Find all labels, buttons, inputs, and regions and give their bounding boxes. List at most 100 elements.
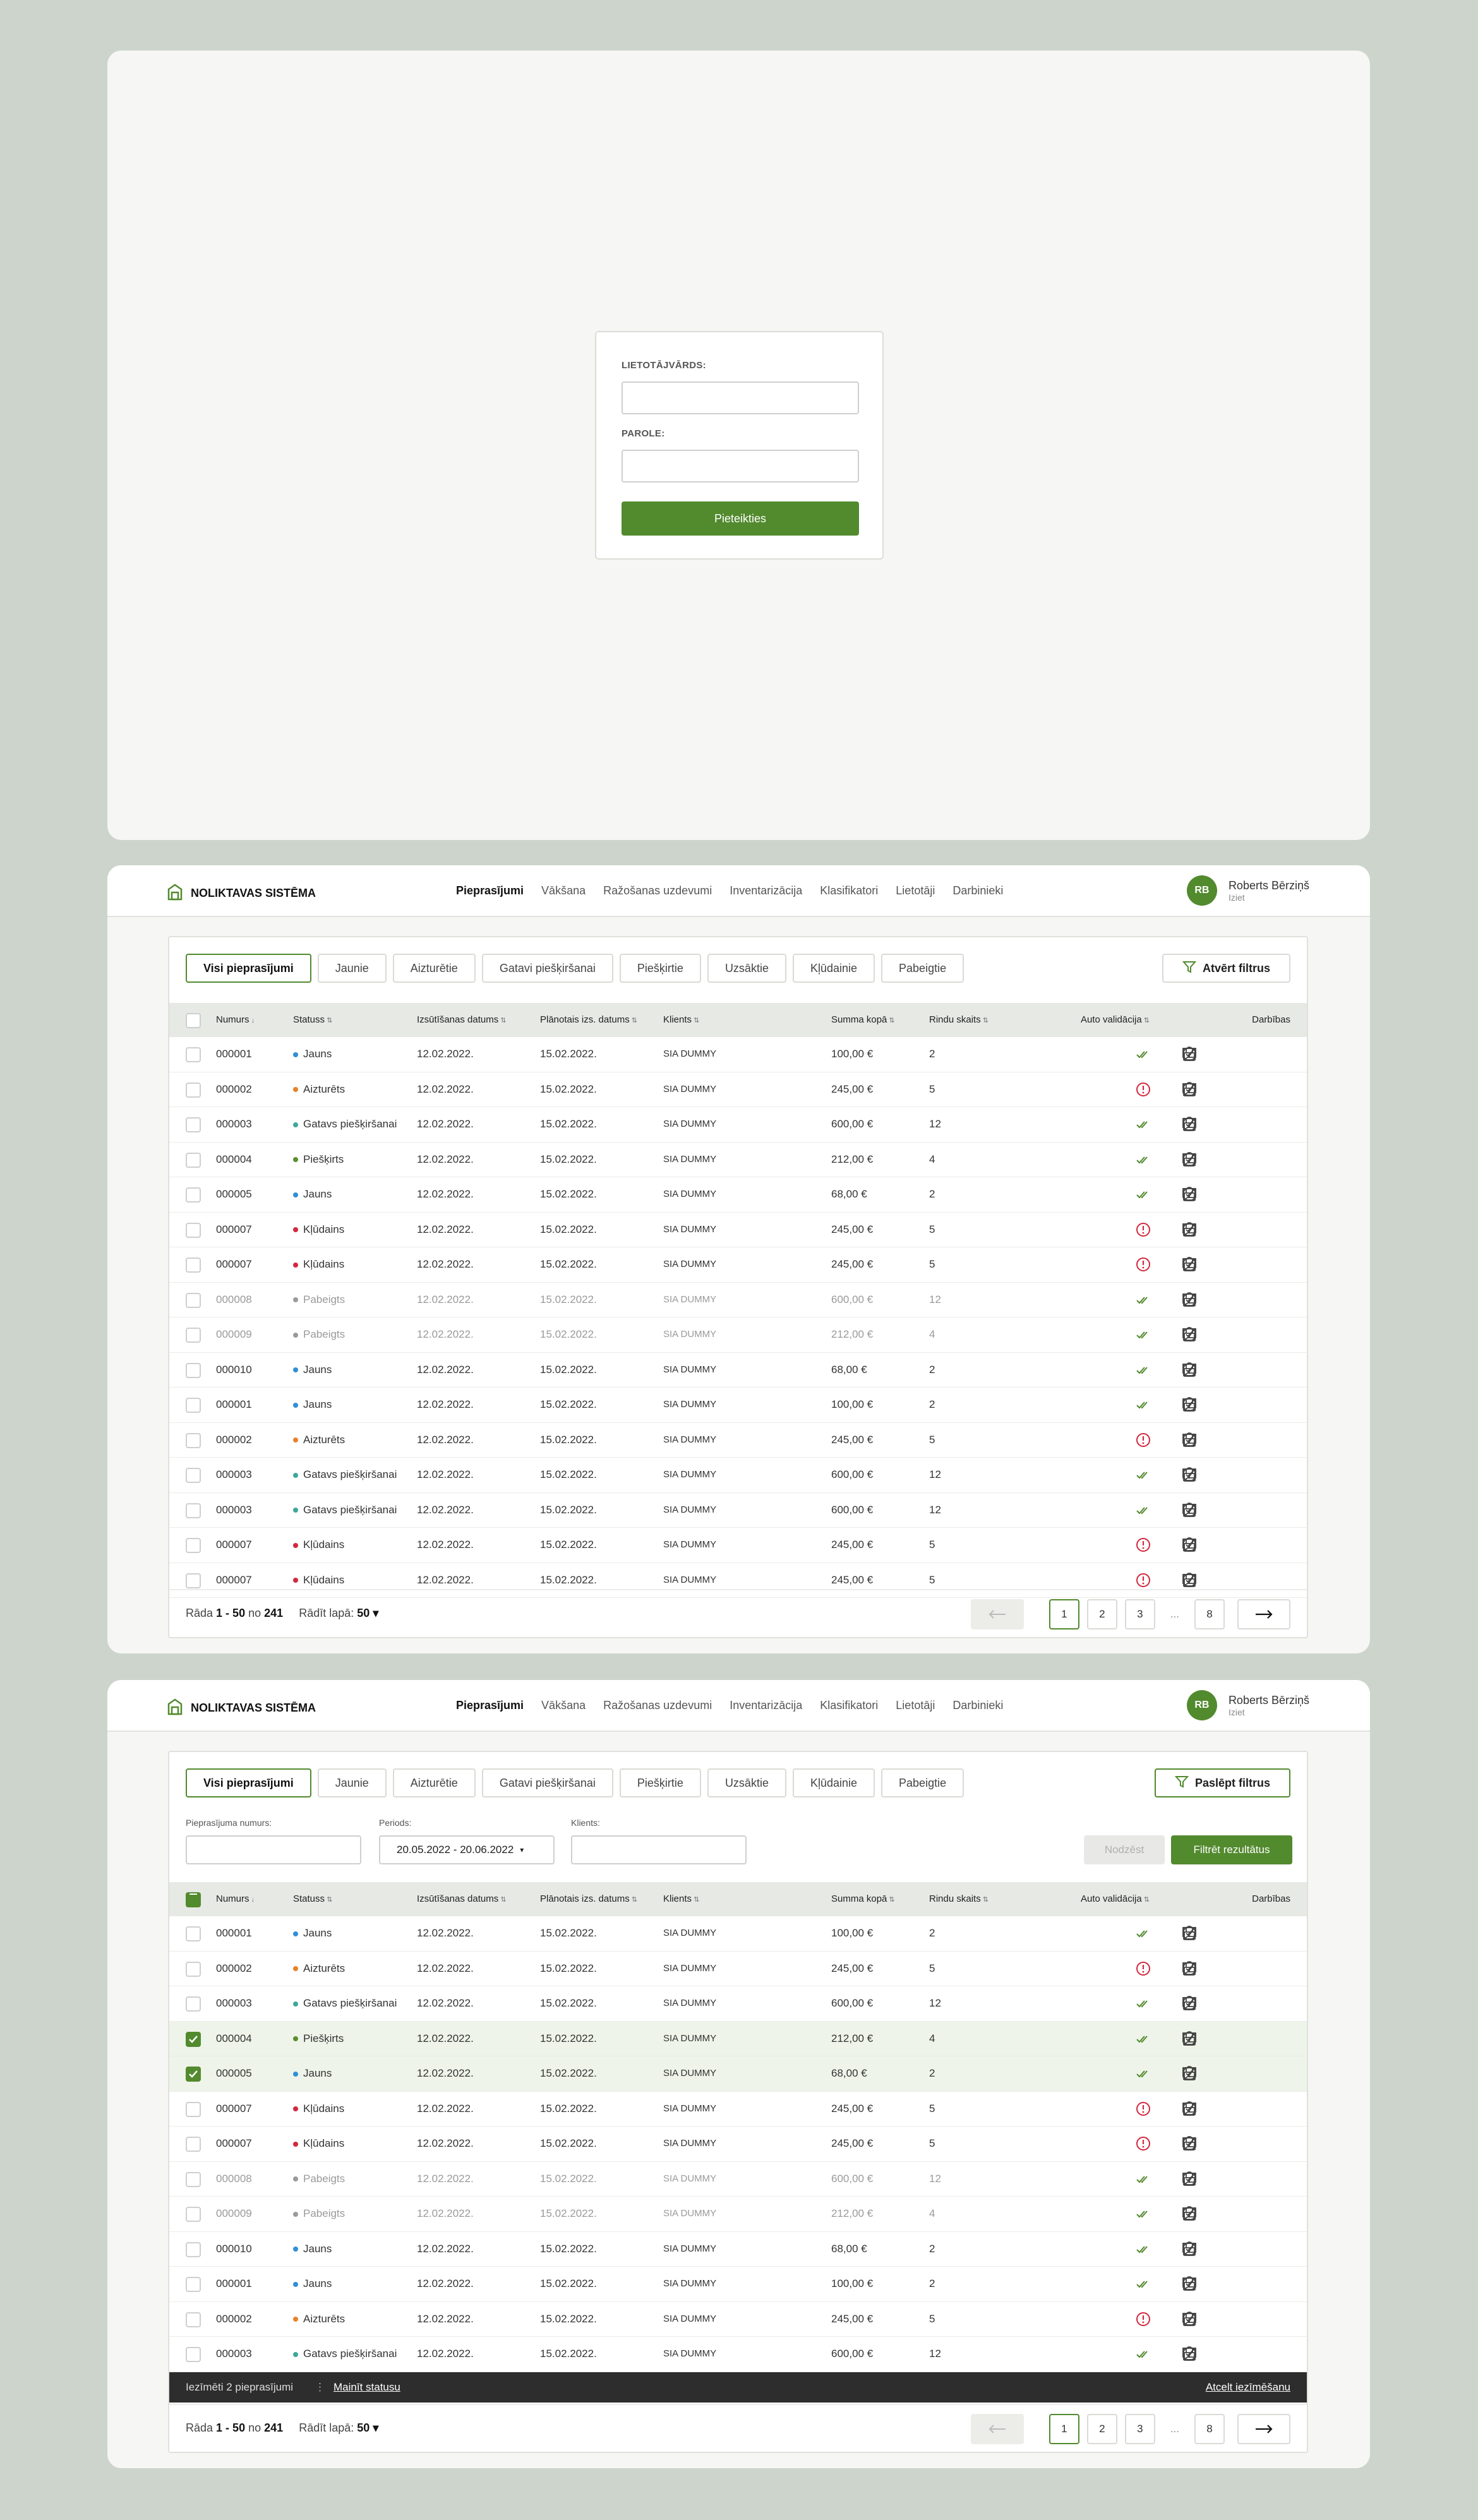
col-issue-date-header[interactable]: Izsūtīšanas datums ⇅ <box>417 1003 507 1038</box>
tab-finished[interactable]: Pabeigtie <box>881 954 964 983</box>
nav-item-classifiers[interactable]: Klasifikatori <box>820 884 878 897</box>
row-checkbox[interactable] <box>186 2312 201 2327</box>
table-row[interactable]: 000003 Gatavs piešķiršanai 12.02.2022. 15.0… <box>169 1458 1307 1493</box>
col-sum-header[interactable]: Summa kopā ⇅ <box>831 1003 895 1038</box>
row-checkbox[interactable] <box>186 2241 201 2257</box>
nav-item-users[interactable]: Lietotāji <box>896 1699 935 1712</box>
table-row[interactable]: 000004 Piešķirts 12.02.2022. 15.02.2022. SIA… <box>169 2021 1307 2056</box>
select-all-checkbox[interactable] <box>186 1892 201 1907</box>
table-row[interactable]: 000001 Jauns 12.02.2022. 15.02.2022. SIA DUM… <box>169 1916 1307 1952</box>
tab-all[interactable]: Visi pieprasījumi <box>186 954 311 983</box>
lock-icon[interactable] <box>1181 2101 1198 2117</box>
row-checkbox[interactable] <box>186 2347 201 2362</box>
table-row[interactable]: 000007 Kļūdains 12.02.2022. 15.02.2022. SIA … <box>169 1247 1307 1283</box>
password-input[interactable] <box>622 450 859 483</box>
col-planned-date-header[interactable]: Plānotais izs. datums ⇅ <box>540 1003 637 1038</box>
page-1-button[interactable]: 1 <box>1048 1599 1079 1629</box>
page-3-button[interactable]: 3 <box>1124 1599 1155 1629</box>
prev-page-button[interactable] <box>970 2414 1024 2444</box>
lock-icon[interactable] <box>1181 1925 1198 1941</box>
row-checkbox[interactable] <box>186 1187 201 1203</box>
table-row[interactable]: 000009 Pabeigts 12.02.2022. 15.02.2022. SIA … <box>169 2197 1307 2232</box>
row-checkbox[interactable] <box>186 1926 201 1941</box>
tab-started[interactable]: Uzsāktie <box>707 954 786 983</box>
row-checkbox[interactable] <box>186 1503 201 1518</box>
row-checkbox[interactable] <box>186 1398 201 1413</box>
client-filter-input[interactable] <box>571 1835 747 1864</box>
col-status-header[interactable]: Statuss ⇅ <box>293 1003 332 1038</box>
row-checkbox[interactable] <box>186 2031 201 2047</box>
lock-icon[interactable] <box>1181 1995 1198 2012</box>
more-vertical-icon[interactable]: ⋮ <box>315 2372 325 2403</box>
table-row[interactable]: 000007 Kļūdains 12.02.2022. 15.02.2022. SIA … <box>169 2127 1307 2162</box>
nav-item-requests[interactable]: Pieprasījumi <box>456 884 524 897</box>
row-checkbox[interactable] <box>186 1152 201 1168</box>
table-row[interactable]: 000004 Piešķirts 12.02.2022. 15.02.2022. SIA… <box>169 1143 1307 1177</box>
row-checkbox[interactable] <box>186 1432 201 1448</box>
col-client-header[interactable]: Klients ⇅ <box>663 1003 699 1038</box>
nav-item-classifiers[interactable]: Klasifikatori <box>820 1699 878 1712</box>
row-checkbox[interactable] <box>186 1292 201 1308</box>
tab-held[interactable]: Aizturētie <box>392 954 476 983</box>
logout-link[interactable]: Iziet <box>1229 1707 1309 1717</box>
table-row[interactable]: 000007 Kļūdains 12.02.2022. 15.02.2022. SIA … <box>169 2092 1307 2127</box>
username-input[interactable] <box>622 381 859 414</box>
tab-finished[interactable]: Pabeigtie <box>881 1768 964 1797</box>
nav-item-requests[interactable]: Pieprasījumi <box>456 1699 524 1712</box>
lock-icon[interactable] <box>1181 1362 1198 1378</box>
lock-icon[interactable] <box>1181 1046 1198 1062</box>
lock-icon[interactable] <box>1181 2346 1198 2362</box>
lock-icon[interactable] <box>1181 1502 1198 1518</box>
lock-icon[interactable] <box>1181 2171 1198 2187</box>
change-status-link[interactable]: Mainīt statusu <box>333 2381 400 2393</box>
avatar[interactable]: RB <box>1186 875 1217 906</box>
lock-icon[interactable] <box>1181 1326 1198 1343</box>
tab-ready[interactable]: Gatavi piešķiršanai <box>481 954 613 983</box>
tab-held[interactable]: Aizturētie <box>392 1768 476 1797</box>
lock-icon[interactable] <box>1181 1186 1198 1203</box>
lock-icon[interactable] <box>1181 1396 1198 1413</box>
col-sum-header[interactable]: Summa kopā ⇅ <box>831 1882 895 1917</box>
table-row[interactable]: 000003 Gatavs piešķiršanai 12.02.2022. 15.0… <box>169 1107 1307 1143</box>
col-auto-validation-header[interactable]: Auto validācija ⇅ <box>1081 1882 1150 1917</box>
login-button[interactable]: Pieteikties <box>622 501 859 536</box>
col-rows-header[interactable]: Rindu skaits ⇅ <box>929 1882 988 1917</box>
row-checkbox[interactable] <box>186 2101 201 2117</box>
table-row[interactable]: 000002 Aizturēts 12.02.2022. 15.02.2022. SIA… <box>169 2302 1307 2337</box>
row-checkbox[interactable] <box>186 1468 201 1483</box>
lock-icon[interactable] <box>1181 1467 1198 1483</box>
table-row[interactable]: 000007 Kļūdains 12.02.2022. 15.02.2022. SIA … <box>169 1563 1307 1598</box>
table-row[interactable]: 000010 Jauns 12.02.2022. 15.02.2022. SIA DUM… <box>169 1353 1307 1388</box>
period-filter-select[interactable]: 20.05.2022 - 20.06.2022 ▾ <box>379 1835 555 1864</box>
logout-link[interactable]: Iziet <box>1229 892 1309 903</box>
table-row[interactable]: 000003 Gatavs piešķiršanai 12.02.2022. 15.0… <box>169 1986 1307 2022</box>
lock-icon[interactable] <box>1181 2276 1198 2292</box>
next-page-button[interactable] <box>1237 1599 1290 1629</box>
nav-item-picking[interactable]: Vākšana <box>541 884 586 897</box>
page-8-button[interactable]: 8 <box>1194 2414 1225 2444</box>
lock-icon[interactable] <box>1181 1116 1198 1132</box>
table-row[interactable]: 000005 Jauns 12.02.2022. 15.02.2022. SIA DUM… <box>169 1177 1307 1213</box>
page-3-button[interactable]: 3 <box>1124 2414 1155 2444</box>
lock-icon[interactable] <box>1181 1221 1198 1238</box>
table-row[interactable]: 000001 Jauns 12.02.2022. 15.02.2022. SIA DUM… <box>169 2267 1307 2302</box>
tab-errored[interactable]: Kļūdainie <box>792 954 875 983</box>
page-2-button[interactable]: 2 <box>1086 2414 1117 2444</box>
tab-assigned[interactable]: Piešķirtie <box>619 954 701 983</box>
user-menu[interactable]: RB Roberts Bērziņš Iziet <box>1186 1690 1309 1720</box>
row-checkbox[interactable] <box>186 1538 201 1553</box>
row-checkbox[interactable] <box>186 1047 201 1062</box>
row-checkbox[interactable] <box>186 1328 201 1343</box>
col-number-header[interactable]: Numurs ↓ <box>216 1882 255 1917</box>
clear-selection-link[interactable]: Atcelt iezīmēšanu <box>1206 2381 1290 2393</box>
col-planned-date-header[interactable]: Plānotais izs. datums ⇅ <box>540 1882 637 1917</box>
nav-item-picking[interactable]: Vākšana <box>541 1699 586 1712</box>
select-all-checkbox[interactable] <box>186 1013 201 1028</box>
col-auto-validation-header[interactable]: Auto validācija ⇅ <box>1081 1003 1150 1038</box>
table-row[interactable]: 000003 Gatavs piešķiršanai 12.02.2022. 15.0… <box>169 1493 1307 1528</box>
table-row[interactable]: 000008 Pabeigts 12.02.2022. 15.02.2022. SIA … <box>169 2162 1307 2197</box>
col-issue-date-header[interactable]: Izsūtīšanas datums ⇅ <box>417 1882 507 1917</box>
tab-all[interactable]: Visi pieprasījumi <box>186 1768 311 1797</box>
lock-icon[interactable] <box>1181 1081 1198 1098</box>
col-number-header[interactable]: Numurs ↓ <box>216 1003 255 1038</box>
